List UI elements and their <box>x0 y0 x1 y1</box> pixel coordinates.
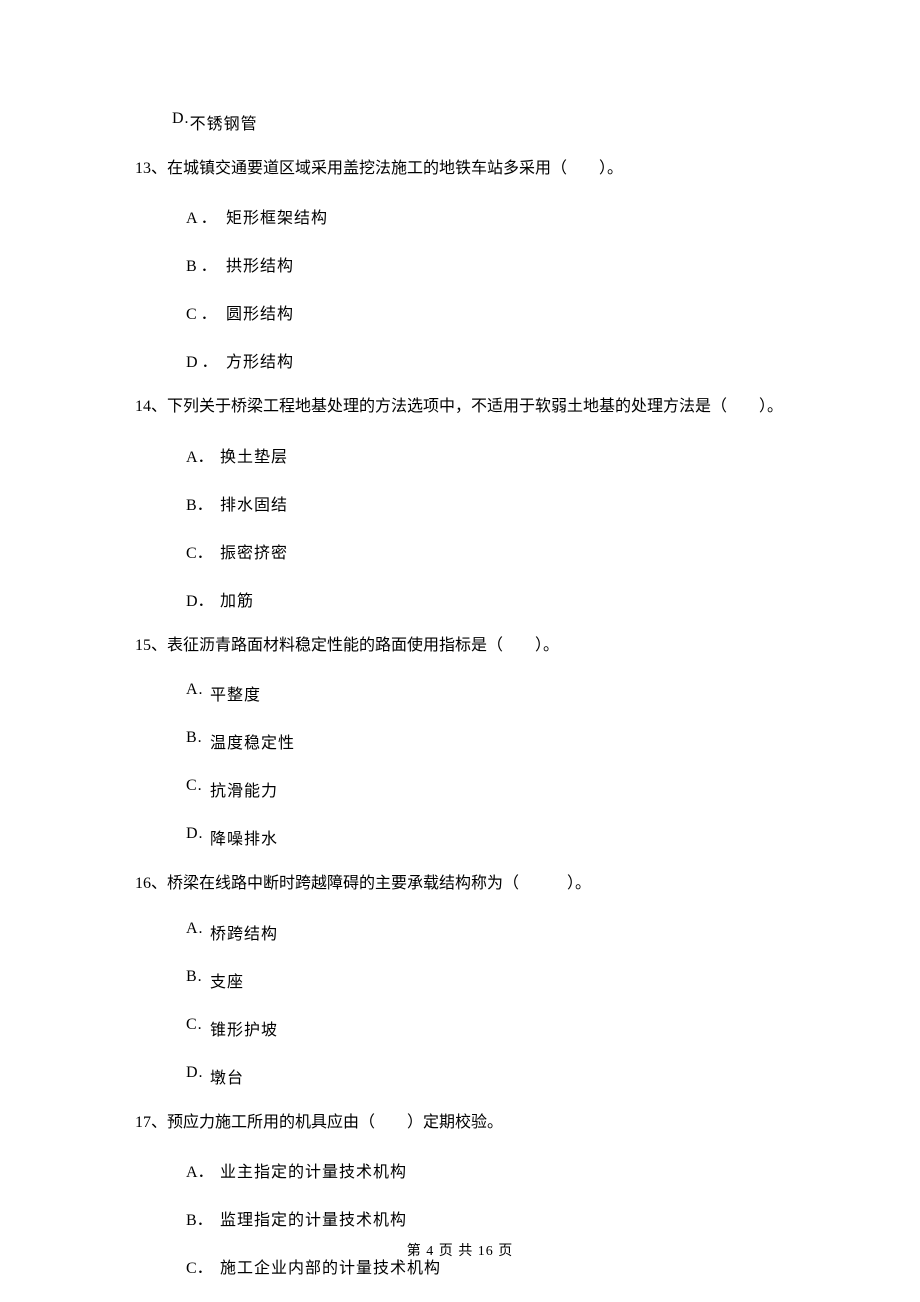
option-text: 平整度 <box>210 681 261 705</box>
question-text: 预应力施工所用的机具应由（ ）定期校验。 <box>167 1112 503 1134</box>
question-16-option-c: C. 锥形护坡 <box>186 1016 790 1040</box>
option-text: 矩形框架结构 <box>226 204 328 228</box>
option-text: 振密挤密 <box>220 539 288 563</box>
question-text: 下列关于桥梁工程地基处理的方法选项中，不适用于软弱土地基的处理方法是（ ）。 <box>167 396 783 418</box>
option-text: 锥形护坡 <box>210 1016 278 1040</box>
option-text: 圆形结构 <box>226 300 294 324</box>
question-text: 桥梁在线路中断时跨越障碍的主要承载结构称为（ ）。 <box>167 873 591 895</box>
option-text: 桥跨结构 <box>210 920 278 944</box>
option-text: 抗滑能力 <box>210 777 278 801</box>
option-letter: B. <box>186 968 210 992</box>
question-17-option-b: B． 监理指定的计量技术机构 <box>186 1206 790 1230</box>
option-letter: D． <box>186 587 220 611</box>
option-letter: D. <box>186 1064 210 1088</box>
question-14-option-b: B． 排水固结 <box>186 491 790 515</box>
question-13-option-a: A ． 矩形框架结构 <box>186 204 790 228</box>
question-15-option-a: A. 平整度 <box>186 681 790 705</box>
question-16-option-a: A. 桥跨结构 <box>186 920 790 944</box>
option-letter: A． <box>186 1158 220 1182</box>
question-14-option-d: D． 加筋 <box>186 587 790 611</box>
question-13-option-c: C ． 圆形结构 <box>186 300 790 324</box>
option-letter: C. <box>186 1016 210 1040</box>
question-16: 16、 桥梁在线路中断时跨越障碍的主要承载结构称为（ ）。 <box>135 873 790 895</box>
option-letter: A． <box>186 443 220 467</box>
page-content: D. 不锈钢管 13、 在城镇交通要道区域采用盖挖法施工的地铁车站多采用（ ）。… <box>0 0 920 1278</box>
option-text: 换土垫层 <box>220 443 288 467</box>
option-letter: C ． <box>186 300 226 324</box>
question-number: 14、 <box>135 396 167 418</box>
question-number: 15、 <box>135 635 167 657</box>
option-letter: D ． <box>186 348 226 372</box>
question-number: 13、 <box>135 158 167 180</box>
question-14-option-a: A． 换土垫层 <box>186 443 790 467</box>
option-letter: A ． <box>186 204 226 228</box>
option-text: 业主指定的计量技术机构 <box>220 1158 407 1182</box>
option-text: 温度稳定性 <box>210 729 295 753</box>
question-text: 在城镇交通要道区域采用盖挖法施工的地铁车站多采用（ ）。 <box>167 158 623 180</box>
option-letter: B． <box>186 1206 220 1230</box>
question-16-option-d: D. 墩台 <box>186 1064 790 1088</box>
option-text: 加筋 <box>220 587 254 611</box>
question-17-option-a: A． 业主指定的计量技术机构 <box>186 1158 790 1182</box>
question-14-option-c: C． 振密挤密 <box>186 539 790 563</box>
option-text: 排水固结 <box>220 491 288 515</box>
question-15: 15、 表征沥青路面材料稳定性能的路面使用指标是（ ）。 <box>135 635 790 657</box>
option-letter: D. <box>186 825 210 849</box>
option-letter: B ． <box>186 252 226 276</box>
question-15-option-b: B. 温度稳定性 <box>186 729 790 753</box>
option-letter: C． <box>186 539 220 563</box>
option-letter: B. <box>186 729 210 753</box>
question-14: 14、 下列关于桥梁工程地基处理的方法选项中，不适用于软弱土地基的处理方法是（ … <box>135 396 790 418</box>
question-13-option-b: B ． 拱形结构 <box>186 252 790 276</box>
question-12-option-d: D. 不锈钢管 <box>172 110 790 134</box>
option-text: 方形结构 <box>226 348 294 372</box>
option-text: 监理指定的计量技术机构 <box>220 1206 407 1230</box>
option-text: 支座 <box>210 968 244 992</box>
page-footer: 第 4 页 共 16 页 <box>0 1240 920 1260</box>
option-text: 降噪排水 <box>210 825 278 849</box>
question-13-option-d: D ． 方形结构 <box>186 348 790 372</box>
option-text: 不锈钢管 <box>190 110 258 134</box>
question-text: 表征沥青路面材料稳定性能的路面使用指标是（ ）。 <box>167 635 559 657</box>
option-text: 墩台 <box>210 1064 244 1088</box>
question-15-option-c: C. 抗滑能力 <box>186 777 790 801</box>
option-letter: D. <box>172 110 190 134</box>
option-letter: C. <box>186 777 210 801</box>
question-16-option-b: B. 支座 <box>186 968 790 992</box>
question-number: 17、 <box>135 1112 167 1134</box>
question-15-option-d: D. 降噪排水 <box>186 825 790 849</box>
question-13: 13、 在城镇交通要道区域采用盖挖法施工的地铁车站多采用（ ）。 <box>135 158 790 180</box>
option-text: 拱形结构 <box>226 252 294 276</box>
question-number: 16、 <box>135 873 167 895</box>
question-17: 17、 预应力施工所用的机具应由（ ）定期校验。 <box>135 1112 790 1134</box>
option-letter: A. <box>186 681 210 705</box>
option-letter: B． <box>186 491 220 515</box>
option-letter: A. <box>186 920 210 944</box>
